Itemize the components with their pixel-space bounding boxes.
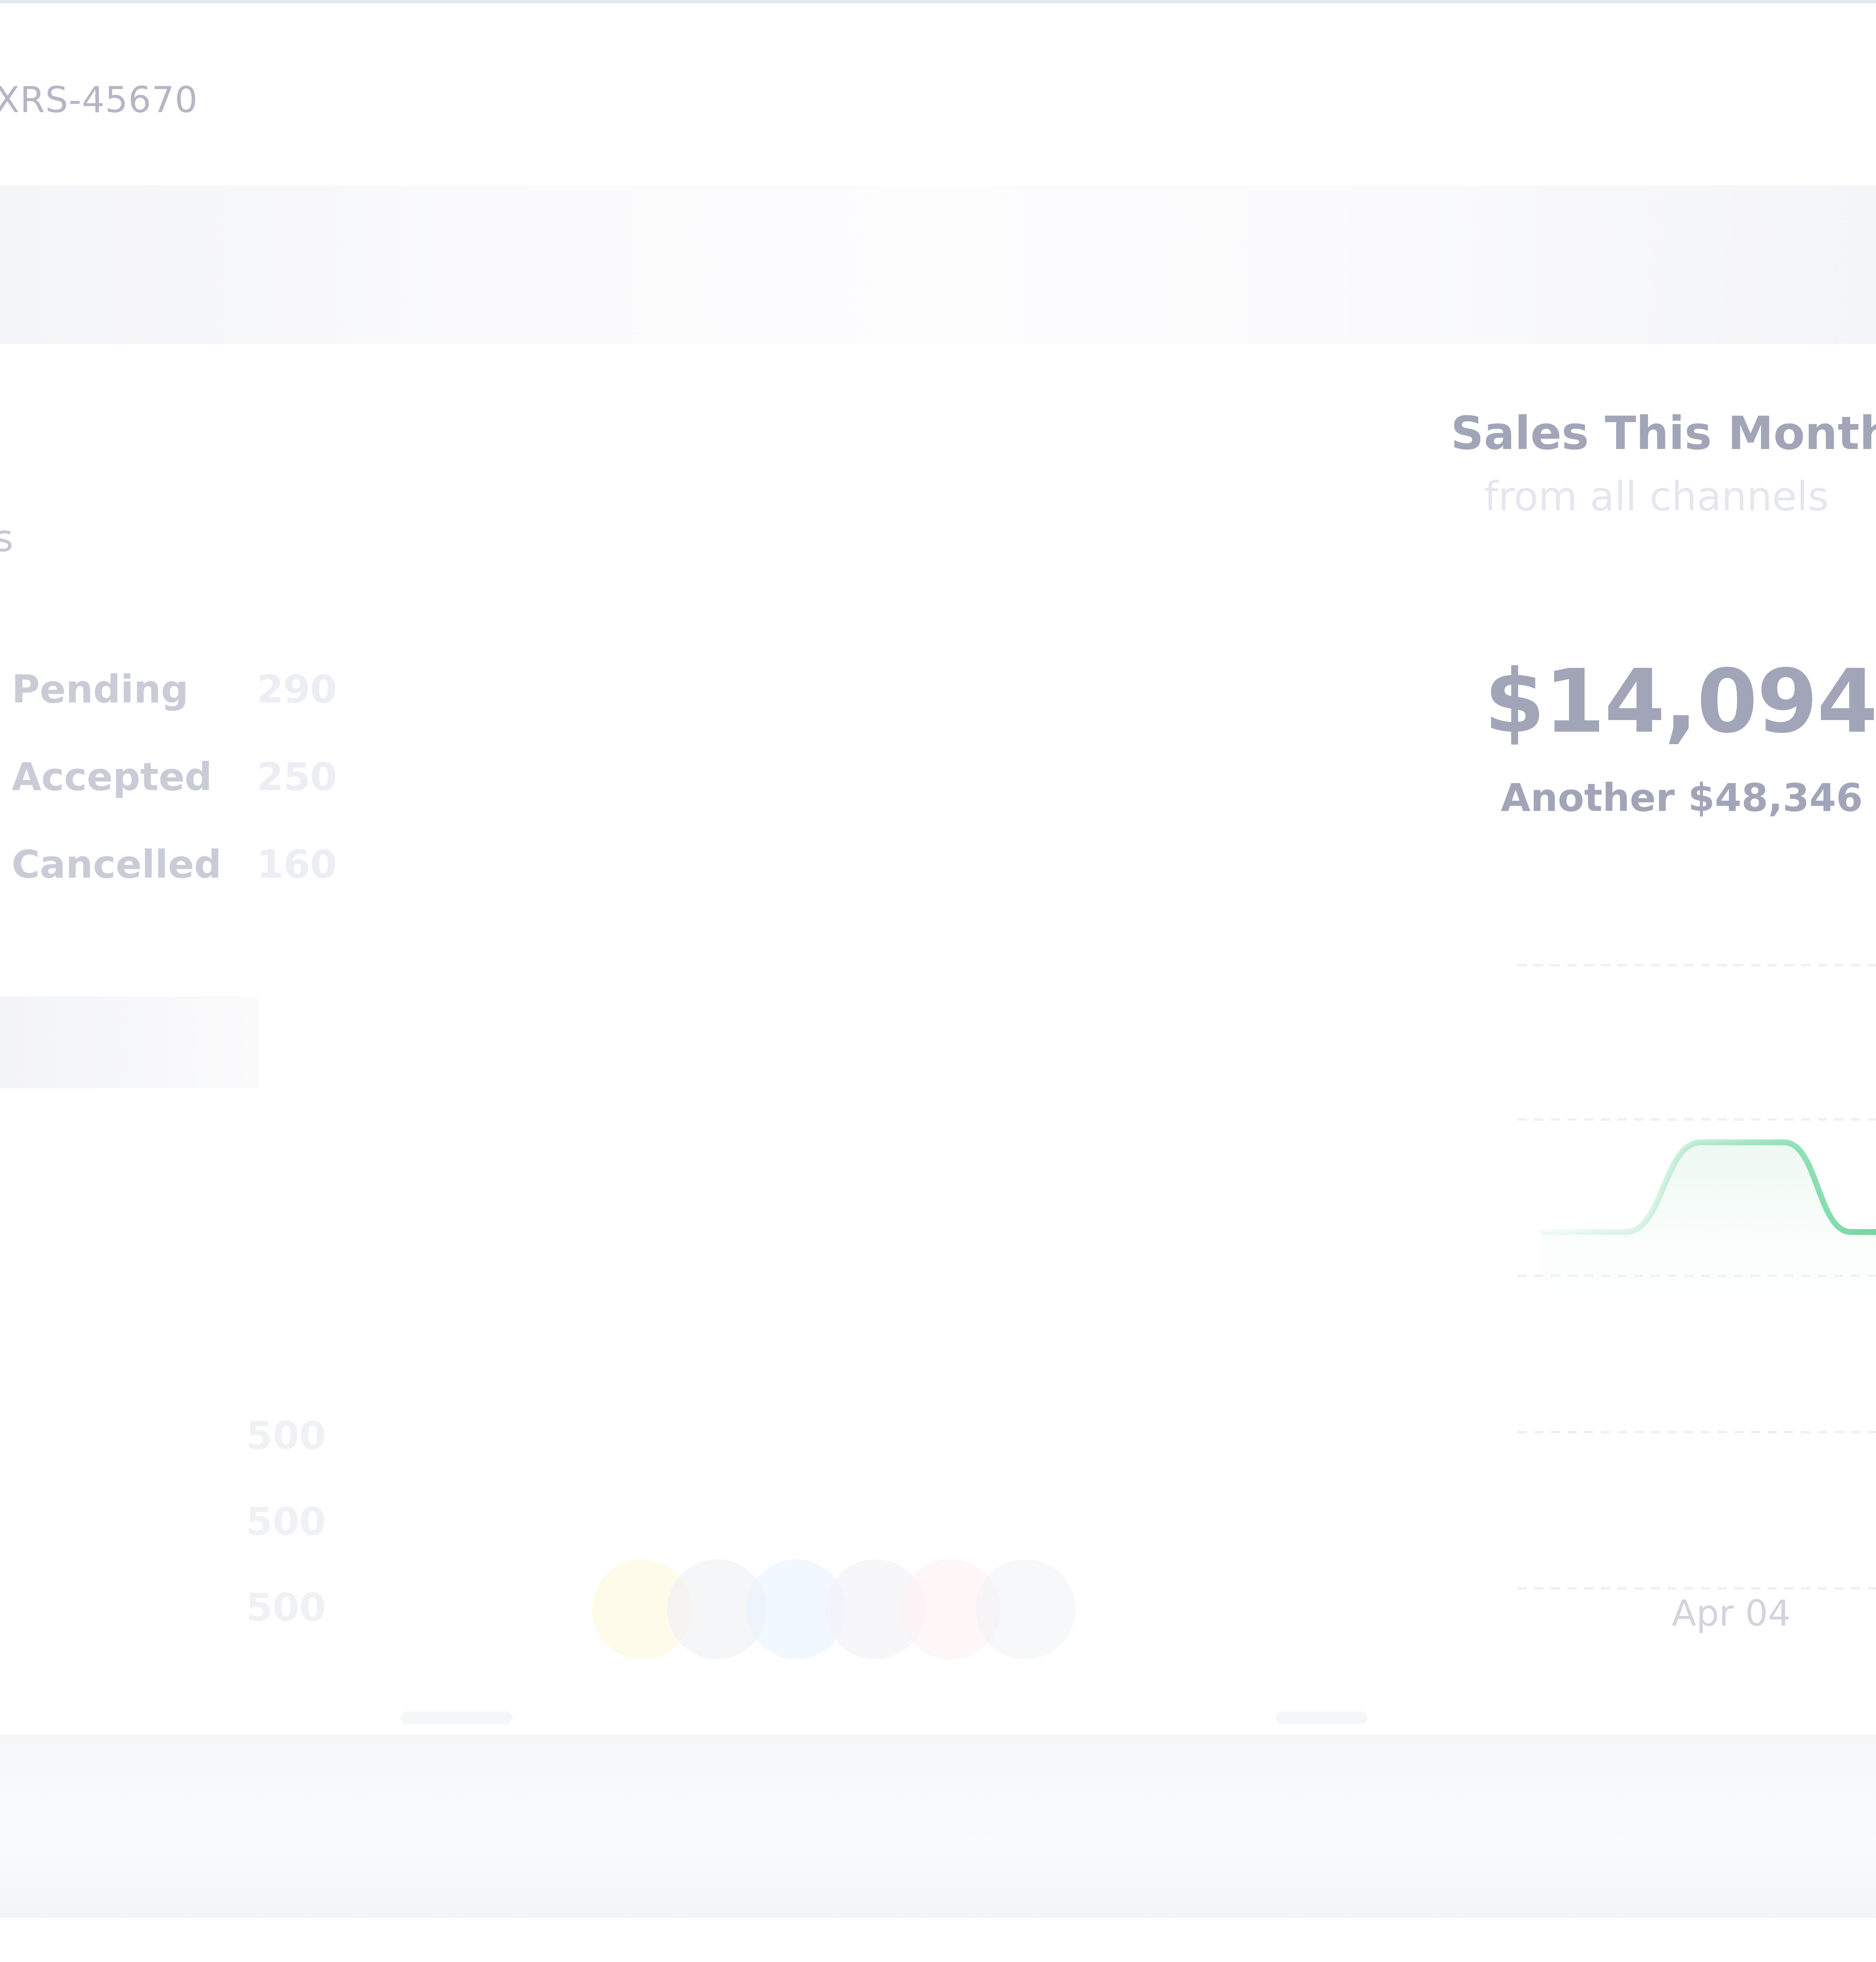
chart-area [1542, 1142, 1876, 1355]
dashboard-page: XRS-45670 s Pending 290 Accepted 250 Can… [0, 0, 1876, 1962]
chart-x-tick-label: Apr 04 [1672, 1593, 1791, 1634]
footer-band [0, 1734, 1876, 1918]
sales-area-chart [1517, 964, 1876, 1590]
